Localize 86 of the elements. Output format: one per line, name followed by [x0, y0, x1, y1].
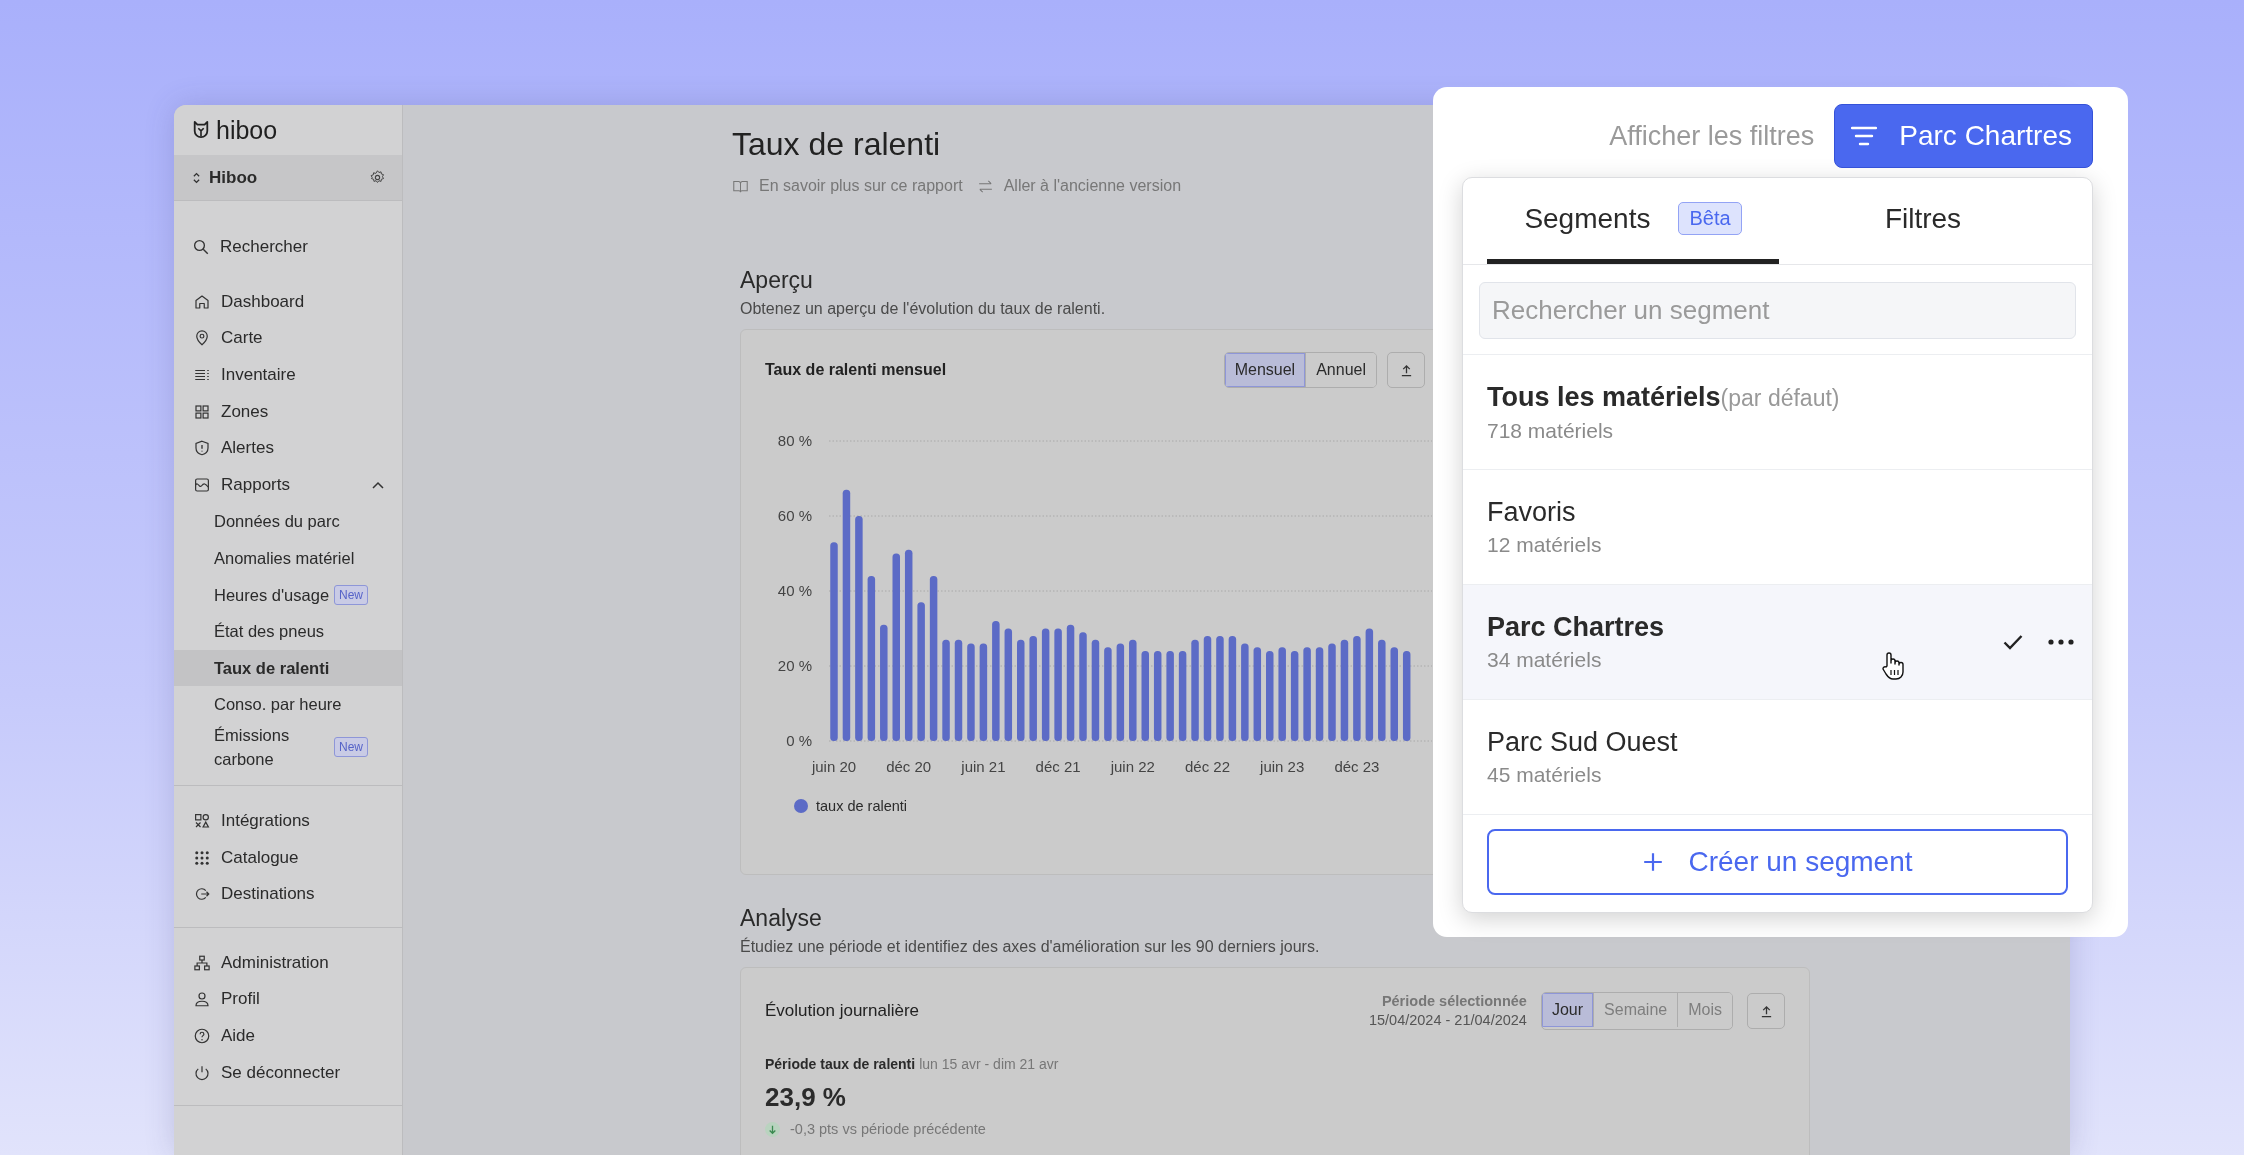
help-icon	[193, 1027, 211, 1045]
segment-button[interactable]: Parc Chartres	[1834, 104, 2093, 168]
nav-item[interactable]: Se déconnecter	[174, 1054, 402, 1091]
nav-subitem[interactable]: État des pneus	[174, 612, 402, 650]
x-axis-label: déc 22	[1185, 758, 1230, 775]
nav-subitem[interactable]: Données du parc	[174, 503, 402, 540]
period-label: Période sélectionnée	[1381, 992, 1527, 1011]
hand-cursor-icon	[1880, 651, 1904, 681]
filter-icon	[1851, 126, 1878, 146]
nav-item[interactable]: Profil	[174, 981, 402, 1018]
workspace-switcher[interactable]: Hiboo	[174, 155, 402, 201]
x-axis-label: déc 23	[1334, 758, 1380, 775]
page-title: Taux de ralenti	[732, 125, 941, 163]
metric-label: Période taux de ralenti	[765, 1056, 916, 1072]
dots-grid-icon	[193, 848, 211, 867]
nav-subitem[interactable]: Taux de ralenti	[174, 649, 402, 687]
nav-subitem[interactable]: Anomalies matériel	[174, 539, 402, 577]
y-axis-label: 40 %	[777, 582, 812, 599]
period-toggle[interactable]: Annuel	[1305, 353, 1376, 387]
nav-subitem[interactable]: Émissions carbone New	[174, 722, 402, 771]
create-segment-button[interactable]: Créer un segment	[1487, 829, 2068, 895]
x-axis-label: déc 20	[886, 758, 932, 775]
settings-icon[interactable]	[369, 169, 386, 186]
power-icon	[193, 1063, 211, 1082]
x-axis-label: déc 21	[1035, 758, 1081, 775]
section-heading: Analyse	[740, 904, 822, 933]
upload-icon	[1399, 363, 1413, 377]
grid-icon	[193, 402, 211, 421]
delta-text: -0,3 pts vs période précédente	[790, 1121, 986, 1137]
section-heading: Aperçu	[740, 266, 813, 295]
metric-value: 23,9 %	[765, 1082, 847, 1113]
section-subtitle: Étudiez une période et identifiez des axes d'amélioration sur les 90 derniers jours.	[740, 937, 1320, 957]
tab[interactable]: Segments Bêta	[1487, 178, 1779, 264]
y-axis-label: 80 %	[777, 432, 812, 449]
nav-item[interactable]: Carte	[174, 320, 402, 357]
new-badge: New	[334, 584, 368, 605]
nav-item[interactable]: Destinations	[174, 875, 402, 913]
map-pin-icon	[193, 329, 211, 348]
section-subtitle: Obtenez un aperçu de l'évolution du taux de ralenti.	[740, 299, 1106, 319]
nav-item[interactable]: Dashboard	[174, 283, 402, 321]
chevron-up-down-icon	[192, 170, 201, 185]
more-icon[interactable]	[2048, 639, 2074, 645]
nav-item[interactable]: Intégrations	[174, 802, 402, 840]
nav-subitem[interactable]: Heures d'usage New	[174, 576, 402, 613]
chevron-up-icon	[372, 480, 384, 489]
nav-item[interactable]: Aide	[174, 1017, 402, 1055]
period-range: 15/04/2024 - 21/04/2024	[1368, 1011, 1527, 1030]
shield-alert-icon	[193, 439, 211, 458]
segment-item[interactable]: Parc Chartres 34 matériels	[1463, 585, 2092, 700]
plus-icon	[1642, 851, 1665, 873]
segment-item[interactable]: Parc Sud Ouest 45 matériels	[1463, 700, 2092, 815]
org-chart-icon	[193, 953, 211, 972]
person-icon	[193, 990, 211, 1009]
beta-badge: Bêta	[1678, 202, 1742, 235]
y-axis-label: 20 %	[777, 657, 812, 674]
chart-icon	[193, 475, 211, 494]
x-axis-label: juin 23	[1260, 758, 1305, 775]
search-icon	[192, 238, 210, 257]
y-axis-label: 0 %	[786, 732, 812, 749]
brand-name: hiboo	[216, 115, 278, 145]
shapes-icon	[193, 812, 211, 830]
x-axis-label: juin 20	[811, 758, 857, 775]
segment-item[interactable]: Tous les matériels(par défaut) 718 matériels	[1463, 355, 2092, 470]
owl-logo-icon	[192, 120, 210, 140]
nav-item[interactable]: Rapports	[174, 466, 402, 504]
y-axis-label: 60 %	[777, 507, 812, 524]
checkmark-icon	[2003, 634, 2023, 650]
nav-subitem[interactable]: Conso. par heure	[174, 686, 402, 723]
search-link[interactable]: Rechercher	[174, 229, 402, 266]
x-axis-label: juin 22	[1110, 758, 1155, 775]
nav-item[interactable]: Inventaire	[174, 356, 402, 394]
new-badge: New	[334, 736, 368, 757]
nav-item[interactable]: Zones	[174, 393, 402, 430]
upload-icon	[1759, 1004, 1773, 1018]
x-axis-label: juin 21	[961, 758, 1006, 775]
period-toggle[interactable]: Mensuel	[1224, 353, 1306, 387]
tab[interactable]: Filtres	[1779, 178, 2067, 264]
granularity-toggle[interactable]: Jour	[1541, 993, 1594, 1027]
nav-item[interactable]: Catalogue	[174, 839, 402, 876]
nav-item[interactable]: Administration	[174, 944, 402, 982]
legend-label: taux de ralenti	[816, 798, 908, 814]
card-title: Évolution journalière	[765, 1001, 921, 1021]
card-title: Taux de ralenti mensuel	[765, 361, 948, 379]
nav-item[interactable]: Alertes	[174, 429, 402, 467]
metric-range: lun 15 avr - dim 21 avr	[919, 1056, 1059, 1072]
search-field[interactable]: Rechercher un segment	[1479, 282, 2076, 339]
